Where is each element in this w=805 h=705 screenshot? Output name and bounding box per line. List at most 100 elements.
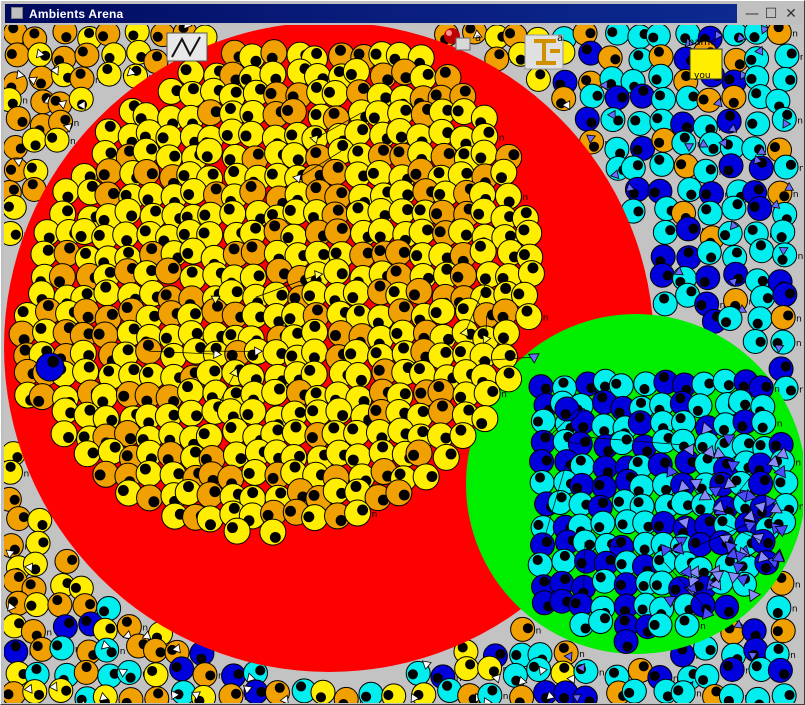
agent[interactable] [280, 142, 308, 170]
agent[interactable] [509, 684, 535, 703]
agent[interactable] [4, 194, 27, 220]
agent[interactable] [695, 265, 721, 291]
agent[interactable] [112, 221, 140, 249]
agent[interactable] [144, 686, 170, 703]
agent[interactable] [652, 291, 678, 317]
agent[interactable] [649, 151, 675, 177]
agent[interactable] [770, 219, 796, 245]
agent[interactable] [22, 679, 48, 703]
crane-icon[interactable]: a [524, 33, 564, 70]
agent[interactable] [325, 397, 353, 425]
title-bar[interactable]: Ambients Arena [5, 4, 737, 23]
agent[interactable] [114, 197, 142, 225]
agent[interactable] [745, 111, 771, 137]
agent[interactable] [613, 572, 639, 598]
agent[interactable] [770, 618, 796, 644]
agent[interactable] [590, 510, 616, 536]
agent[interactable] [515, 219, 543, 247]
agent[interactable] [677, 177, 703, 203]
agent[interactable] [448, 218, 476, 246]
agent[interactable] [21, 127, 47, 153]
agent[interactable] [525, 66, 551, 92]
agent[interactable] [748, 155, 774, 181]
agent[interactable] [323, 258, 351, 286]
agent[interactable] [432, 443, 460, 471]
agent[interactable] [469, 237, 497, 265]
agent[interactable] [529, 470, 555, 496]
agent[interactable] [651, 87, 677, 113]
agent[interactable] [717, 306, 743, 332]
agent[interactable] [449, 422, 477, 450]
agent[interactable] [691, 371, 717, 397]
agent[interactable] [527, 552, 553, 578]
agent[interactable]: n [770, 305, 802, 331]
agent[interactable] [747, 306, 773, 332]
agent[interactable] [54, 548, 80, 574]
agent[interactable] [742, 328, 768, 354]
agent[interactable] [47, 592, 73, 618]
agent[interactable] [772, 282, 798, 308]
agent[interactable] [749, 238, 775, 264]
agent[interactable] [676, 245, 702, 271]
agent[interactable] [649, 262, 675, 288]
agent[interactable] [620, 155, 646, 181]
agent[interactable] [259, 518, 287, 546]
agent[interactable] [597, 45, 623, 71]
agent[interactable] [613, 629, 639, 655]
agent[interactable] [388, 198, 416, 226]
agent[interactable] [48, 678, 74, 703]
agent[interactable] [238, 120, 266, 148]
arena-svg[interactable]: nnnnn nnnnnnnnnnnnn n nn n nn nnnnn n nnnnn nnnnn… [4, 25, 803, 703]
agent[interactable]: n [4, 459, 29, 485]
agent[interactable] [771, 683, 797, 703]
agent[interactable] [52, 614, 78, 640]
agent[interactable] [745, 686, 771, 703]
agent[interactable] [385, 239, 413, 267]
agent[interactable] [471, 405, 499, 433]
agent[interactable]: n [477, 682, 509, 703]
agent[interactable] [261, 378, 289, 406]
arena-canvas[interactable]: nnnnnnnnnnnnnnnnnnnnnnnnnnnnnnnnnnnnnnnn… [4, 25, 803, 703]
agent[interactable] [344, 362, 372, 390]
agent[interactable] [529, 448, 555, 474]
agent[interactable] [717, 220, 743, 246]
agent[interactable] [604, 85, 630, 111]
agent[interactable] [136, 484, 164, 512]
agent[interactable] [118, 687, 144, 703]
agent[interactable] [281, 419, 309, 447]
agent[interactable] [697, 200, 723, 226]
agent[interactable] [600, 107, 626, 133]
agent[interactable] [647, 612, 673, 638]
agent[interactable] [385, 479, 413, 507]
agent[interactable] [180, 178, 208, 206]
agent[interactable] [133, 158, 161, 186]
agent[interactable] [24, 592, 50, 618]
agent[interactable] [428, 297, 456, 325]
agent[interactable] [22, 551, 48, 577]
agent[interactable] [645, 25, 671, 49]
agent[interactable] [74, 42, 100, 68]
agent[interactable] [629, 83, 655, 109]
agent[interactable] [196, 481, 224, 509]
agent[interactable] [51, 397, 79, 425]
agent[interactable] [428, 398, 456, 426]
agent[interactable] [381, 683, 407, 703]
agent[interactable] [588, 608, 614, 634]
maximize-button[interactable]: ☐ [762, 5, 780, 23]
agent[interactable] [714, 594, 740, 620]
agent[interactable] [25, 530, 51, 556]
agent[interactable] [196, 505, 224, 533]
window-menu-icon[interactable] [11, 7, 23, 19]
agent[interactable] [240, 238, 268, 266]
agent[interactable]: n [49, 635, 81, 661]
agent[interactable] [767, 657, 793, 683]
agent[interactable] [547, 490, 573, 516]
agent[interactable] [551, 548, 577, 574]
agent[interactable]: n [94, 637, 126, 663]
agent[interactable] [5, 106, 31, 132]
agent[interactable]: n [770, 329, 802, 355]
agent[interactable]: n [766, 25, 798, 45]
agent[interactable]: n [766, 595, 798, 621]
agent[interactable] [95, 158, 123, 186]
agent[interactable]: n [573, 658, 605, 684]
